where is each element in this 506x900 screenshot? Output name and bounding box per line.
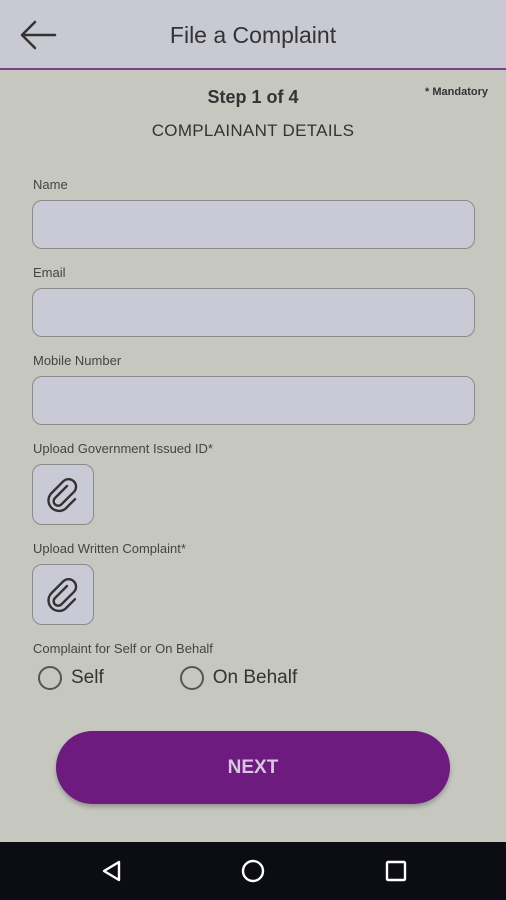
radio-circle-icon — [179, 666, 204, 690]
radio-on-behalf-label: On Behalf — [212, 667, 298, 688]
next-button[interactable]: NEXT — [56, 731, 450, 804]
nav-recents-button[interactable] — [383, 858, 409, 884]
page-title: File a Complaint — [169, 22, 337, 48]
app-bar: File a Complaint — [0, 0, 506, 70]
circle-home-icon — [241, 859, 265, 883]
section-title: COMPLAINANT DETAILS — [151, 121, 355, 140]
name-label: Name — [33, 177, 68, 192]
upload-complaint-button[interactable] — [32, 564, 94, 625]
upload-id-button[interactable] — [32, 464, 94, 525]
radio-circle-icon — [38, 666, 62, 690]
mandatory-note: * Mandatory — [425, 86, 488, 98]
radio-self[interactable]: Self — [38, 666, 104, 690]
radio-self-label: Self — [71, 667, 104, 688]
system-nav-bar — [0, 842, 506, 900]
complaint-for-label: Complaint for Self or On Behalf — [33, 641, 213, 656]
email-field[interactable] — [32, 288, 475, 337]
name-field[interactable] — [32, 200, 475, 249]
nav-home-button[interactable] — [240, 858, 266, 884]
paperclip-icon — [47, 477, 78, 512]
triangle-back-icon — [102, 860, 121, 882]
mobile-number-field[interactable] — [32, 376, 475, 425]
nav-back-button[interactable] — [99, 858, 125, 884]
paperclip-icon — [47, 577, 78, 612]
email-label: Email — [33, 265, 66, 280]
upload-complaint-label: Upload Written Complaint* — [33, 541, 186, 556]
radio-on-behalf[interactable]: On Behalf — [179, 666, 298, 690]
mobile-label: Mobile Number — [33, 353, 122, 368]
upload-id-label: Upload Government Issued ID* — [33, 441, 213, 456]
square-recents-icon — [385, 860, 407, 882]
complaint-for-radio-group: Self On Behalf — [38, 664, 297, 692]
